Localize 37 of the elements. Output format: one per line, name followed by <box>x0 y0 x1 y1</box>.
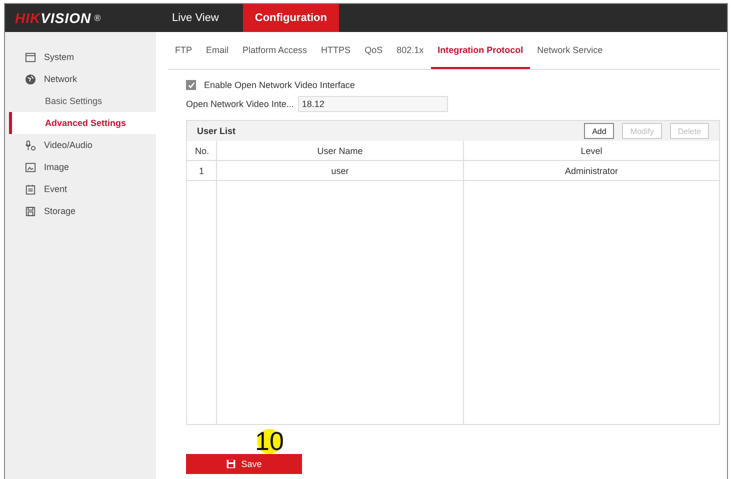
logo: HIKVISION ® <box>14 9 102 28</box>
table-cell: Administrator <box>464 161 719 181</box>
settings-tab[interactable]: QoS <box>358 32 390 69</box>
sidebar-item[interactable]: Image <box>5 156 156 178</box>
column-header: Level <box>464 141 719 161</box>
add-button[interactable]: Add <box>584 123 614 139</box>
calendar-icon <box>25 184 36 194</box>
top-nav-tab[interactable]: Configuration <box>242 4 339 32</box>
settings-tab[interactable]: Email <box>199 32 236 69</box>
image-icon <box>25 162 36 172</box>
globe-icon <box>25 74 36 84</box>
sidebar-item[interactable]: Event <box>5 178 156 200</box>
sidebar-item[interactable]: System <box>5 46 156 68</box>
microphone-icon <box>25 140 36 150</box>
window-icon <box>25 52 36 62</box>
checkbox-label: Enable Open Network Video Interface <box>204 80 355 90</box>
panel-title: User List <box>197 126 237 136</box>
version-field[interactable]: 18.12 <box>298 96 448 112</box>
settings-tab[interactable]: FTP <box>168 32 199 69</box>
settings-tab[interactable]: Integration Protocol <box>430 32 530 69</box>
table-cell: 1 <box>187 161 217 181</box>
column-header: User Name <box>217 141 464 161</box>
table-cell: user <box>217 161 464 181</box>
sidebar-subitem[interactable]: Basic Settings <box>5 90 156 112</box>
sidebar-item[interactable]: Network <box>5 68 156 90</box>
settings-tab[interactable]: HTTPS <box>314 32 358 69</box>
save-button[interactable]: Save <box>186 454 302 474</box>
checkbox[interactable] <box>186 80 196 90</box>
sidebar-subitem[interactable]: Advanced Settings <box>9 112 156 134</box>
settings-tab[interactable]: 802.1x <box>390 32 431 69</box>
settings-tab[interactable]: Network Service <box>530 32 610 69</box>
column-header: No. <box>187 141 217 161</box>
sidebar-item[interactable]: Storage <box>5 200 156 222</box>
field-label: Open Network Video Inte... <box>186 99 294 109</box>
top-nav-tab[interactable]: Live View <box>160 4 231 32</box>
settings-tab[interactable]: Platform Access <box>236 32 314 69</box>
sidebar-item[interactable]: Video/Audio <box>5 134 156 156</box>
